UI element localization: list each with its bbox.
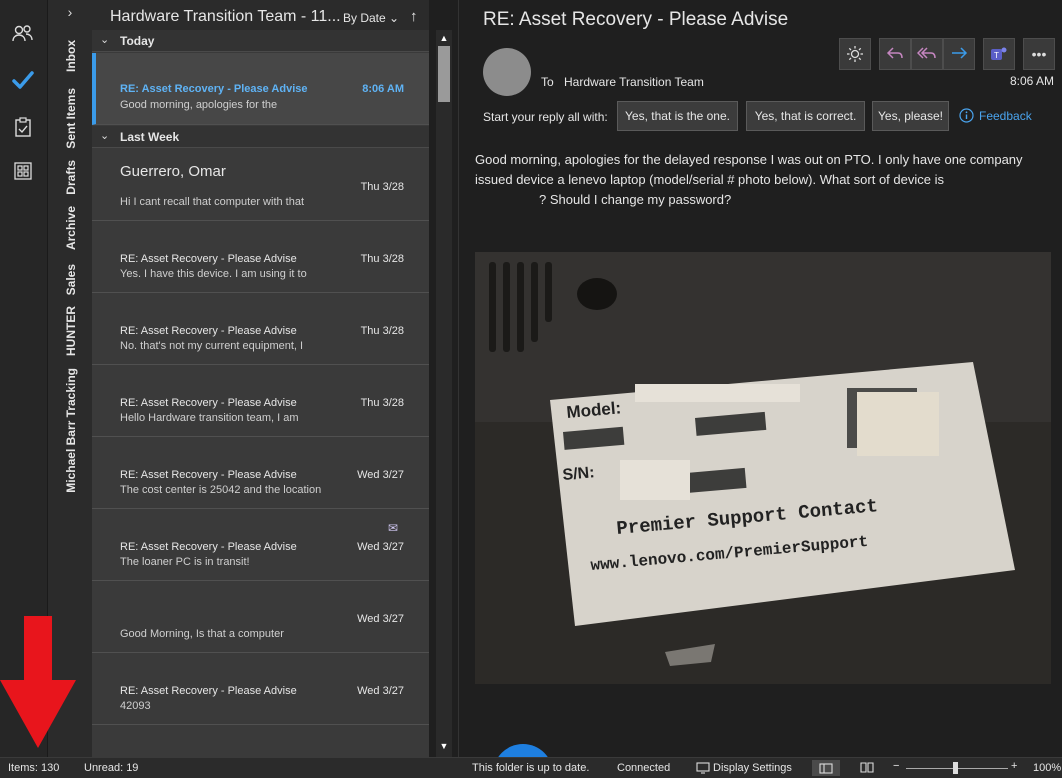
list-item[interactable]: Guerrero, Omar Hi I cant recall that com… bbox=[92, 149, 429, 221]
item-preview: The cost center is 25042 and the locatio… bbox=[120, 484, 322, 496]
chevron-down-icon: ⌄ bbox=[100, 34, 110, 46]
todo-check-icon[interactable] bbox=[11, 68, 35, 92]
zoom-slider-thumb[interactable] bbox=[953, 762, 958, 774]
reply-icon[interactable] bbox=[879, 38, 911, 70]
folder-sent-items[interactable]: Sent Items bbox=[48, 88, 93, 149]
red-arrow-annotation bbox=[0, 616, 76, 748]
item-date: Thu 3/28 bbox=[360, 253, 404, 265]
item-date: Wed 3/27 bbox=[357, 541, 404, 553]
scroll-up-icon[interactable]: ▲ bbox=[439, 33, 449, 43]
item-preview: The loaner PC is in transit! bbox=[120, 556, 250, 568]
list-item[interactable]: RE: Asset Recovery - Please Advise Hello… bbox=[92, 365, 429, 437]
folder-hunter[interactable]: HUNTER bbox=[48, 306, 93, 356]
list-item[interactable]: RE: Asset Recovery - Please Advise 42093… bbox=[92, 653, 429, 725]
zoom-out-icon[interactable]: − bbox=[893, 760, 899, 772]
item-subject: RE: Asset Recovery - Please Advise bbox=[120, 469, 297, 481]
list-item[interactable]: RE: Asset Recovery - Please Advise Good … bbox=[92, 53, 429, 125]
message-list-header: Hardware Transition Team - 11... By Date… bbox=[92, 0, 429, 32]
people-icon[interactable] bbox=[11, 22, 35, 46]
reply-all-icon[interactable] bbox=[911, 38, 943, 70]
reading-pane: RE: Asset Recovery - Please Advise To Ha… bbox=[458, 0, 1062, 778]
message-subject: RE: Asset Recovery - Please Advise bbox=[483, 9, 789, 30]
tasks-clipboard-icon[interactable] bbox=[11, 115, 35, 139]
item-date: 8:06 AM bbox=[362, 83, 404, 95]
item-sender: Guerrero, Omar bbox=[120, 163, 226, 180]
message-body: Good morning, apologies for the delayed … bbox=[475, 152, 1023, 207]
item-subject: RE: Asset Recovery - Please Advise bbox=[120, 325, 297, 337]
avatar[interactable] bbox=[483, 48, 531, 96]
item-date: Wed 3/27 bbox=[357, 469, 404, 481]
outlook-window: › Inbox Sent Items Drafts Archive Sales … bbox=[0, 0, 1062, 778]
message-list: Hardware Transition Team - 11... By Date… bbox=[92, 0, 429, 757]
folder-sales[interactable]: Sales bbox=[48, 264, 93, 295]
normal-view-icon[interactable] bbox=[812, 760, 840, 776]
status-bar: Items: 130 Unread: 19 This folder is up … bbox=[0, 757, 1062, 778]
reading-view-icon[interactable] bbox=[860, 761, 874, 776]
connection-status: Connected bbox=[617, 762, 671, 774]
folder-archive[interactable]: Archive bbox=[48, 206, 93, 250]
list-item[interactable]: Good Morning, Is that a computer Wed 3/2… bbox=[92, 581, 429, 653]
item-preview: Yes. I have this device. I am using it t… bbox=[120, 268, 307, 280]
folder-title: Hardware Transition Team - 11... bbox=[110, 8, 341, 25]
feedback-link[interactable]: Feedback bbox=[959, 108, 1032, 123]
photo-sn-label: S/N: bbox=[562, 464, 595, 484]
svg-text:T: T bbox=[994, 51, 999, 60]
scroll-down-icon[interactable]: ▼ bbox=[439, 741, 449, 751]
to-label: To bbox=[541, 75, 554, 89]
item-date: Wed 3/27 bbox=[357, 613, 404, 625]
item-date: Thu 3/28 bbox=[360, 325, 404, 337]
item-preview: 42093 bbox=[120, 700, 151, 712]
item-date: Thu 3/28 bbox=[360, 397, 404, 409]
item-subject: RE: Asset Recovery - Please Advise bbox=[120, 685, 297, 697]
unread-count: Unread: 19 bbox=[84, 762, 139, 774]
quick-reply-button[interactable]: Yes, please! bbox=[872, 101, 949, 131]
item-subject: RE: Asset Recovery - Please Advise bbox=[120, 397, 297, 409]
list-item[interactable]: ✉ RE: Asset Recovery - Please Advise The… bbox=[92, 509, 429, 581]
item-preview: Good Morning, Is that a computer bbox=[120, 628, 284, 640]
message-list-scrollbar[interactable]: ▲ ▼ bbox=[436, 30, 452, 757]
info-icon bbox=[959, 108, 974, 123]
sort-direction-arrow-icon[interactable]: ↑ bbox=[410, 8, 418, 25]
item-preview: Good morning, apologies for the bbox=[120, 99, 278, 111]
zoom-in-icon[interactable]: + bbox=[1011, 760, 1017, 772]
display-settings-button[interactable]: Display Settings bbox=[696, 762, 792, 774]
chevron-down-icon: ⌄ bbox=[100, 130, 110, 142]
item-subject: RE: Asset Recovery - Please Advise bbox=[120, 541, 297, 553]
monitor-icon bbox=[696, 762, 710, 774]
folder-michael-barr-tracking[interactable]: Michael Barr Tracking bbox=[48, 368, 93, 493]
item-preview: Hello Hardware transition team, I am bbox=[120, 412, 299, 424]
folder-inbox[interactable]: Inbox bbox=[48, 40, 93, 72]
group-header-today[interactable]: ⌄ Today bbox=[92, 30, 429, 52]
item-subject: RE: Asset Recovery - Please Advise bbox=[120, 83, 308, 95]
laptop-label-photo: Model: S/N: Premier Support Contact www.… bbox=[475, 252, 1051, 684]
brightness-icon[interactable] bbox=[839, 38, 871, 70]
item-date: Wed 3/27 bbox=[357, 685, 404, 697]
quick-reply-button[interactable]: Yes, that is the one. bbox=[617, 101, 738, 131]
folder-drafts[interactable]: Drafts bbox=[48, 160, 93, 195]
more-options-icon[interactable]: ••• bbox=[1023, 38, 1055, 70]
expand-folder-pane-icon[interactable]: › bbox=[62, 4, 78, 20]
group-header-last-week[interactable]: ⌄ Last Week bbox=[92, 126, 429, 148]
list-item[interactable]: RE: Asset Recovery - Please Advise No. t… bbox=[92, 293, 429, 365]
list-item[interactable]: RE: Asset Recovery - Please Advise Yes. … bbox=[92, 221, 429, 293]
item-count: Items: 130 bbox=[8, 762, 60, 774]
chevron-down-icon: ⌄ bbox=[389, 11, 400, 25]
zoom-level[interactable]: 100% bbox=[1033, 762, 1061, 774]
item-subject: RE: Asset Recovery - Please Advise bbox=[120, 253, 297, 265]
reply-prompt: Start your reply all with: bbox=[483, 110, 608, 124]
envelope-status-icon: ✉ bbox=[388, 521, 399, 535]
item-preview: Hi I cant recall that computer with that bbox=[120, 196, 305, 208]
forward-icon[interactable] bbox=[943, 38, 975, 70]
item-date: Thu 3/28 bbox=[360, 181, 404, 193]
quick-reply-button[interactable]: Yes, that is correct. bbox=[746, 101, 865, 131]
scrollbar-thumb[interactable] bbox=[438, 46, 450, 102]
item-preview: No. that's not my current equipment, I bbox=[120, 340, 304, 352]
sort-by-dropdown[interactable]: By Date ⌄ bbox=[343, 11, 399, 25]
teams-icon[interactable]: T bbox=[983, 38, 1015, 70]
list-item[interactable]: RE: Asset Recovery - Please Advise The c… bbox=[92, 437, 429, 509]
apps-grid-icon[interactable] bbox=[11, 159, 35, 183]
sync-status: This folder is up to date. bbox=[472, 762, 590, 774]
recipient-name[interactable]: Hardware Transition Team bbox=[564, 75, 704, 89]
message-time: 8:06 AM bbox=[1009, 74, 1054, 88]
